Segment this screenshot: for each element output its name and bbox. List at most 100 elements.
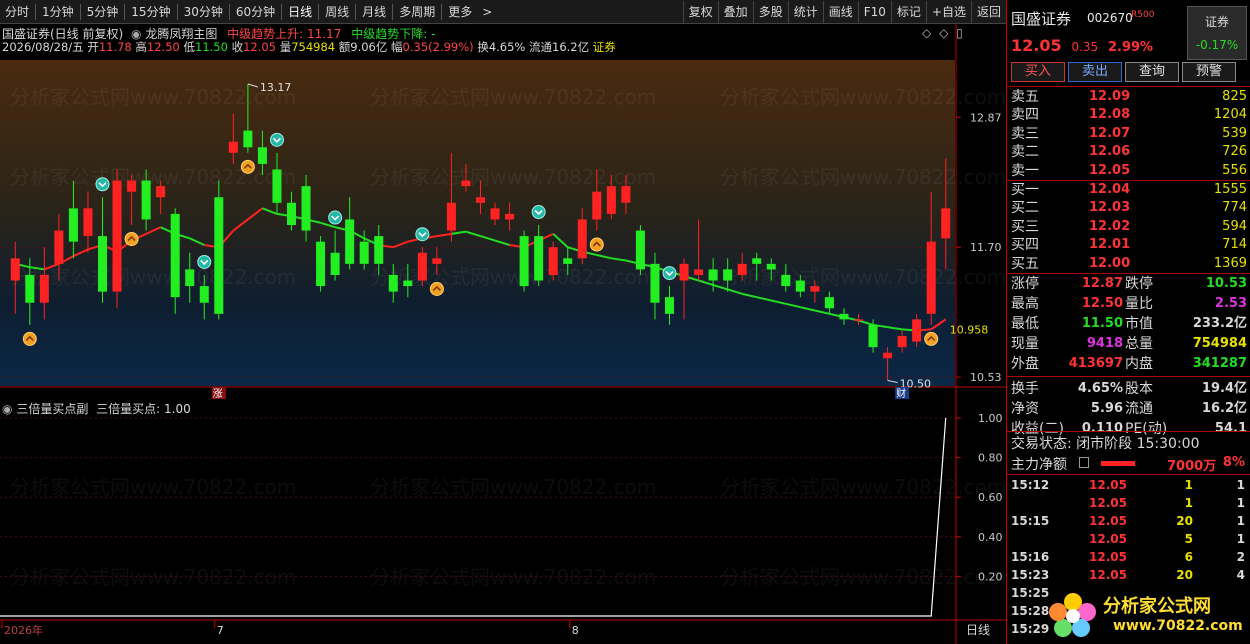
tool-button-4[interactable]: 画线 — [822, 0, 858, 23]
sub-tick-label: 0.60 — [978, 491, 1003, 504]
tick-p: 12.05 — [1089, 532, 1127, 546]
tool-button-0[interactable]: 复权 — [682, 0, 718, 23]
tool-button-5[interactable]: F10 — [857, 0, 891, 23]
ask-row[interactable]: 卖三 12.07 539 — [1007, 125, 1250, 143]
ask-row[interactable]: 卖五 12.09 825 — [1007, 88, 1250, 106]
candle-body — [926, 241, 936, 314]
sub-indicator-value: 三倍量买点: 1.00 — [96, 402, 191, 416]
toolbar-separator — [35, 3, 37, 20]
toolbar-separator — [281, 3, 283, 20]
candle-body — [345, 219, 355, 264]
chart-area[interactable]: 12.87 11.70 10.53 分析家公式网www.70822.com 分析家公式网… — [0, 24, 1006, 644]
ask-row[interactable]: 卖二 12.06 726 — [1007, 143, 1250, 161]
candle-body — [737, 263, 747, 275]
buy-signal-icon — [589, 237, 604, 252]
period-tab-7[interactable]: 周线 — [320, 1, 354, 23]
bid-row[interactable]: 买二 12.03 774 — [1007, 199, 1250, 217]
period-tab-4[interactable]: 30分钟 — [179, 1, 228, 23]
sub-tick-label: 0.80 — [978, 452, 1003, 465]
bid-price: 12.03 — [1089, 200, 1131, 216]
tick-n: 2 — [1236, 550, 1245, 564]
price-change: 0.35 — [1071, 40, 1099, 54]
bar-info-row: 2026/08/28/五 开11.78 高12.50 低11.50 收12.05… — [2, 39, 616, 55]
main-flow-pct: 8% — [1222, 455, 1245, 470]
tick-n: 4 — [1236, 568, 1245, 582]
tool-button-2[interactable]: 多股 — [752, 0, 788, 23]
candle-body — [664, 297, 675, 314]
period-tab-0[interactable]: 分时 — [0, 1, 34, 23]
tick-v: 20 — [1176, 568, 1193, 582]
period-tab-3[interactable]: 15分钟 — [126, 1, 175, 23]
bid-price: 12.02 — [1089, 218, 1131, 234]
watermark-text: 分析家公式网www.70822.com — [720, 165, 1006, 189]
period-tab-1[interactable]: 1分钟 — [37, 1, 79, 23]
stock-name: 国盛证券 — [1011, 10, 1072, 28]
alert-button[interactable]: 预警 — [1182, 62, 1236, 82]
buy-signal-icon — [22, 331, 37, 346]
candle-body — [272, 169, 282, 203]
period-tab-2[interactable]: 5分钟 — [82, 1, 124, 23]
stat-v1: 9418 — [1086, 336, 1123, 351]
tool-button-6[interactable]: 标记 — [890, 0, 926, 23]
dot-icon[interactable]: ◇ — [939, 26, 948, 40]
kline-chart[interactable]: 12.87 11.70 10.53 分析家公式网www.70822.com 分析家公式网… — [0, 24, 1006, 644]
tool-button-7[interactable]: +自选 — [925, 0, 971, 23]
main-flow-label: 主力净额 — [1011, 457, 1067, 473]
stat-v1: 4.65% — [1077, 381, 1123, 396]
price-tick-label: 10.53 — [970, 371, 1002, 384]
sell-button[interactable]: 卖出 — [1068, 62, 1122, 82]
candle-body — [650, 263, 660, 303]
tool-button-8[interactable]: 返回 — [970, 0, 1006, 23]
candle-body — [694, 269, 704, 275]
date-label: 7 — [217, 624, 224, 637]
buy-signal-icon — [429, 281, 444, 296]
diamond-icon[interactable]: ◇ — [922, 26, 931, 40]
finance-tag-label: 财 — [896, 387, 906, 400]
tool-button-3[interactable]: 统计 — [787, 0, 823, 23]
bid-row[interactable]: 买三 12.02 594 — [1007, 218, 1250, 236]
price-tick-label: 11.70 — [970, 241, 1002, 254]
candle-body — [97, 236, 108, 292]
bid-row[interactable]: 买一 12.04 1555 — [1007, 181, 1250, 199]
period-tab-6[interactable]: 日线 — [283, 1, 317, 23]
stats-divider — [1007, 376, 1250, 377]
ask-row[interactable]: 卖四 12.08 1204 — [1007, 106, 1250, 124]
more-arrow-icon[interactable]: > — [477, 1, 497, 23]
tick-v: 1 — [1184, 496, 1193, 510]
candle-body — [592, 191, 602, 220]
candle-body — [897, 336, 907, 348]
bid-row[interactable]: 买五 12.00 1369 — [1007, 255, 1250, 273]
period-tab-5[interactable]: 60分钟 — [231, 1, 280, 23]
ask-price: 12.05 — [1089, 162, 1131, 178]
info-range: 0.35(2.99%) — [402, 40, 474, 54]
flow-detail-icon[interactable] — [1079, 457, 1089, 468]
candle-body — [941, 208, 951, 239]
buy-button[interactable]: 买入 — [1011, 62, 1065, 82]
bid-row[interactable]: 买四 12.01 714 — [1007, 236, 1250, 254]
ask-row[interactable]: 卖一 12.05 556 — [1007, 162, 1250, 180]
query-button[interactable]: 查询 — [1125, 62, 1179, 82]
price-change-pct: 2.99% — [1107, 40, 1154, 55]
sector-box[interactable]: 证券 -0.17% — [1187, 6, 1247, 60]
info-low: 11.50 — [195, 40, 228, 54]
tool-button-1[interactable]: 叠加 — [717, 0, 753, 23]
info-amt: 9.06亿 — [350, 40, 388, 54]
stat-v2: 19.4亿 — [1201, 381, 1247, 396]
sub-indicator-toggle-icon[interactable]: ◉ — [2, 402, 12, 416]
tick-v: 6 — [1184, 550, 1193, 564]
stat-row: 涨停 12.87 跌停 10.53 — [1007, 274, 1250, 294]
stat-v2: 754984 — [1192, 336, 1247, 351]
period-tab-10[interactable]: 更多 — [443, 1, 477, 23]
sell-signal-icon — [415, 227, 430, 242]
period-tab-8[interactable]: 月线 — [357, 1, 391, 23]
candle-body — [810, 286, 820, 292]
tick-row: 12.05 5 1 — [1007, 530, 1250, 548]
window-restore-icon[interactable]: ▯ — [956, 26, 963, 40]
period-tab-9[interactable]: 多周期 — [394, 1, 440, 23]
stat-row: 现量 9418 总量 754984 — [1007, 334, 1250, 354]
sub-indicator-name[interactable]: 三倍量买点副 — [16, 402, 88, 416]
candle-body — [228, 141, 238, 153]
toolbar-tools: 复权 叠加 多股 统计 画线 F10 标记 +自选 返回 — [682, 0, 1006, 23]
stat-l2: 跌停 — [1125, 276, 1153, 292]
stat-l2: 量比 — [1125, 296, 1153, 312]
